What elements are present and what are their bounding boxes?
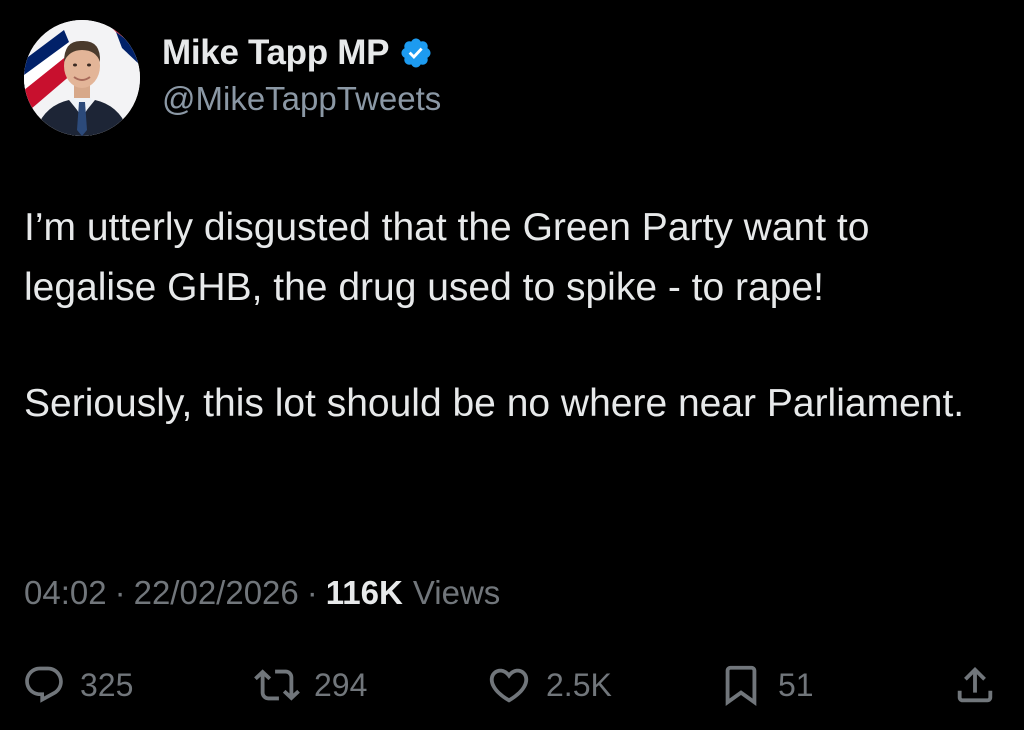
tweet-text: I’m utterly disgusted that the Green Par…	[24, 198, 1004, 434]
author-name-row: Mike Tapp MP	[162, 30, 441, 76]
meta-separator: ·	[306, 574, 318, 611]
views-count: 116K	[325, 574, 403, 611]
tweet-paragraph: I’m utterly disgusted that the Green Par…	[24, 206, 870, 309]
like-button[interactable]: 2.5K	[486, 660, 612, 710]
reply-icon	[25, 666, 63, 703]
heart-icon	[489, 668, 529, 703]
share-icon	[957, 666, 993, 703]
author-handle[interactable]: @MikeTappTweets	[162, 80, 441, 118]
author-info: Mike Tapp MP @MikeTappTweets	[162, 30, 441, 118]
repost-count: 294	[314, 666, 368, 703]
tweet-card: Mike Tapp MP @MikeTappTweets I’m utterly…	[0, 0, 1024, 730]
repost-button[interactable]: 294	[254, 660, 367, 710]
author-display-name[interactable]: Mike Tapp MP	[162, 33, 389, 73]
author-avatar[interactable]	[24, 20, 140, 136]
meta-separator: ·	[114, 574, 126, 611]
tweet-date[interactable]: 22/02/2026	[134, 574, 299, 612]
tweet-paragraph: Seriously, this lot should be no where n…	[24, 382, 965, 425]
tweet-meta: 04:02 · 22/02/2026 · 116K Views	[24, 574, 500, 612]
reply-button[interactable]: 325	[22, 660, 133, 710]
reply-count: 325	[80, 666, 134, 703]
repost-icon	[254, 669, 300, 701]
avatar-image	[24, 20, 140, 136]
action-bar: 325 294 2.5K 51	[0, 660, 1024, 710]
views-label: Views	[412, 574, 501, 611]
like-count: 2.5K	[546, 666, 612, 703]
tweet-time[interactable]: 04:02	[24, 574, 107, 612]
bookmark-icon	[725, 665, 757, 706]
verified-badge-icon[interactable]	[399, 36, 433, 70]
share-button[interactable]	[952, 660, 998, 710]
bookmark-count: 51	[778, 666, 814, 703]
bookmark-button[interactable]: 51	[718, 660, 814, 710]
